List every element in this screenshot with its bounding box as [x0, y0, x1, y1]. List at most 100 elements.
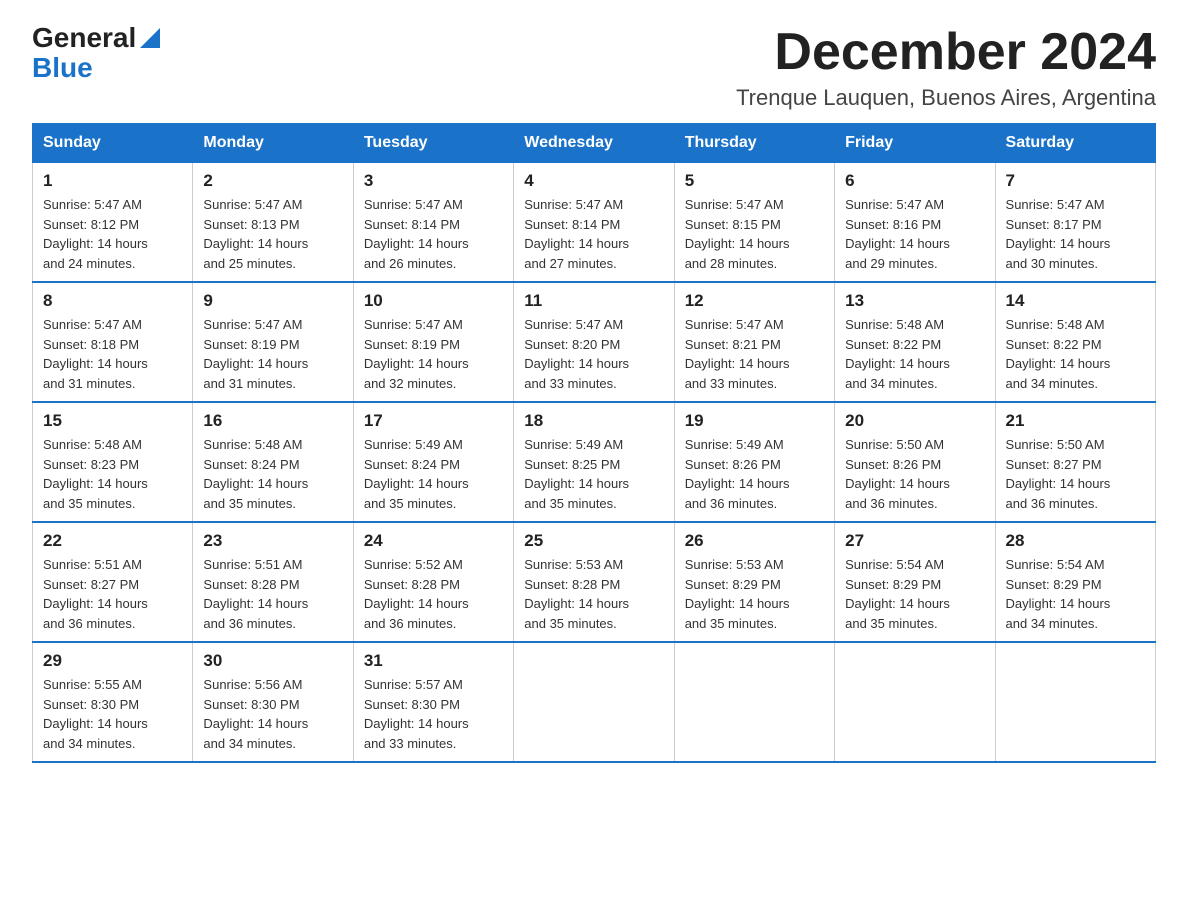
day-number: 11 [524, 291, 663, 311]
calendar-cell: 3 Sunrise: 5:47 AMSunset: 8:14 PMDaylight… [353, 163, 513, 283]
day-info: Sunrise: 5:47 AMSunset: 8:15 PMDaylight:… [685, 195, 824, 273]
day-info: Sunrise: 5:49 AMSunset: 8:24 PMDaylight:… [364, 435, 503, 513]
day-info: Sunrise: 5:47 AMSunset: 8:14 PMDaylight:… [524, 195, 663, 273]
header-row: SundayMondayTuesdayWednesdayThursdayFrid… [33, 124, 1156, 163]
day-number: 23 [203, 531, 342, 551]
calendar-cell: 7Sunrise: 5:47 AMSunset: 8:17 PMDaylight… [995, 163, 1155, 283]
week-row-4: 22Sunrise: 5:51 AMSunset: 8:27 PMDayligh… [33, 522, 1156, 642]
day-number: 25 [524, 531, 663, 551]
header-saturday: Saturday [995, 124, 1155, 163]
calendar-cell: 5 Sunrise: 5:47 AMSunset: 8:15 PMDaylight… [674, 163, 834, 283]
calendar-cell: 14Sunrise: 5:48 AMSunset: 8:22 PMDayligh… [995, 282, 1155, 402]
day-info: Sunrise: 5:48 AMSunset: 8:22 PMDaylight:… [845, 315, 984, 393]
day-number: 6 [845, 171, 984, 191]
day-number: 22 [43, 531, 182, 551]
day-info: Sunrise: 5:48 AMSunset: 8:22 PMDaylight:… [1006, 315, 1145, 393]
calendar-cell [514, 642, 674, 762]
calendar-cell: 30Sunrise: 5:56 AMSunset: 8:30 PMDayligh… [193, 642, 353, 762]
day-number: 20 [845, 411, 984, 431]
header-wednesday: Wednesday [514, 124, 674, 163]
week-row-3: 15Sunrise: 5:48 AMSunset: 8:23 PMDayligh… [33, 402, 1156, 522]
day-number: 28 [1006, 531, 1145, 551]
day-number: 21 [1006, 411, 1145, 431]
day-info: Sunrise: 5:47 AMSunset: 8:19 PMDaylight:… [364, 315, 503, 393]
calendar-cell: 29 Sunrise: 5:55 AMSunset: 8:30 PMDayligh… [33, 642, 193, 762]
day-info: Sunrise: 5:47 AMSunset: 8:12 PMDaylight:… [43, 195, 182, 273]
calendar-cell: 6Sunrise: 5:47 AMSunset: 8:16 PMDaylight… [835, 163, 995, 283]
calendar-cell: 8 Sunrise: 5:47 AMSunset: 8:18 PMDaylight… [33, 282, 193, 402]
day-number: 9 [203, 291, 342, 311]
calendar-cell: 22Sunrise: 5:51 AMSunset: 8:27 PMDayligh… [33, 522, 193, 642]
day-info: Sunrise: 5:54 AMSunset: 8:29 PMDaylight:… [1006, 555, 1145, 633]
day-number: 2 [203, 171, 342, 191]
day-number: 5 [685, 171, 824, 191]
calendar-cell: 10 Sunrise: 5:47 AMSunset: 8:19 PMDayligh… [353, 282, 513, 402]
header-monday: Monday [193, 124, 353, 163]
day-info: Sunrise: 5:56 AMSunset: 8:30 PMDaylight:… [203, 675, 342, 753]
day-number: 26 [685, 531, 824, 551]
day-info: Sunrise: 5:57 AMSunset: 8:30 PMDaylight:… [364, 675, 503, 753]
day-number: 18 [524, 411, 663, 431]
day-info: Sunrise: 5:47 AMSunset: 8:21 PMDaylight:… [685, 315, 824, 393]
logo-triangle-icon [140, 28, 160, 48]
logo-blue-text: Blue [32, 52, 93, 84]
logo-general-text: General [32, 24, 136, 52]
day-number: 8 [43, 291, 182, 311]
day-info: Sunrise: 5:53 AMSunset: 8:29 PMDaylight:… [685, 555, 824, 633]
calendar-cell: 17 Sunrise: 5:49 AMSunset: 8:24 PMDayligh… [353, 402, 513, 522]
day-number: 24 [364, 531, 503, 551]
day-info: Sunrise: 5:47 AMSunset: 8:20 PMDaylight:… [524, 315, 663, 393]
day-info: Sunrise: 5:47 AMSunset: 8:18 PMDaylight:… [43, 315, 182, 393]
day-number: 31 [364, 651, 503, 671]
calendar-cell: 23 Sunrise: 5:51 AMSunset: 8:28 PMDayligh… [193, 522, 353, 642]
day-info: Sunrise: 5:48 AMSunset: 8:24 PMDaylight:… [203, 435, 342, 513]
week-row-1: 1 Sunrise: 5:47 AMSunset: 8:12 PMDaylight… [33, 163, 1156, 283]
calendar-cell: 25Sunrise: 5:53 AMSunset: 8:28 PMDayligh… [514, 522, 674, 642]
calendar-cell [674, 642, 834, 762]
calendar-cell: 19Sunrise: 5:49 AMSunset: 8:26 PMDayligh… [674, 402, 834, 522]
calendar-cell: 15Sunrise: 5:48 AMSunset: 8:23 PMDayligh… [33, 402, 193, 522]
calendar-cell [835, 642, 995, 762]
day-info: Sunrise: 5:55 AMSunset: 8:30 PMDaylight:… [43, 675, 182, 753]
calendar-cell: 31 Sunrise: 5:57 AMSunset: 8:30 PMDayligh… [353, 642, 513, 762]
calendar-cell: 27 Sunrise: 5:54 AMSunset: 8:29 PMDayligh… [835, 522, 995, 642]
calendar-cell: 21 Sunrise: 5:50 AMSunset: 8:27 PMDayligh… [995, 402, 1155, 522]
week-row-5: 29 Sunrise: 5:55 AMSunset: 8:30 PMDayligh… [33, 642, 1156, 762]
header-friday: Friday [835, 124, 995, 163]
day-info: Sunrise: 5:47 AMSunset: 8:19 PMDaylight:… [203, 315, 342, 393]
day-info: Sunrise: 5:51 AMSunset: 8:28 PMDaylight:… [203, 555, 342, 633]
calendar-cell: 24Sunrise: 5:52 AMSunset: 8:28 PMDayligh… [353, 522, 513, 642]
calendar-cell: 20 Sunrise: 5:50 AMSunset: 8:26 PMDayligh… [835, 402, 995, 522]
day-info: Sunrise: 5:47 AMSunset: 8:17 PMDaylight:… [1006, 195, 1145, 273]
title-block: December 2024 Trenque Lauquen, Buenos Ai… [736, 24, 1156, 111]
page-header: General Blue December 2024 Trenque Lauqu… [32, 24, 1156, 111]
week-row-2: 8 Sunrise: 5:47 AMSunset: 8:18 PMDaylight… [33, 282, 1156, 402]
day-number: 10 [364, 291, 503, 311]
calendar-cell: 9 Sunrise: 5:47 AMSunset: 8:19 PMDaylight… [193, 282, 353, 402]
day-number: 3 [364, 171, 503, 191]
day-info: Sunrise: 5:54 AMSunset: 8:29 PMDaylight:… [845, 555, 984, 633]
day-number: 1 [43, 171, 182, 191]
header-thursday: Thursday [674, 124, 834, 163]
calendar-cell [995, 642, 1155, 762]
day-number: 17 [364, 411, 503, 431]
day-number: 13 [845, 291, 984, 311]
day-number: 29 [43, 651, 182, 671]
calendar-cell: 16 Sunrise: 5:48 AMSunset: 8:24 PMDayligh… [193, 402, 353, 522]
calendar-cell: 18 Sunrise: 5:49 AMSunset: 8:25 PMDayligh… [514, 402, 674, 522]
day-number: 27 [845, 531, 984, 551]
header-sunday: Sunday [33, 124, 193, 163]
calendar-cell: 1 Sunrise: 5:47 AMSunset: 8:12 PMDaylight… [33, 163, 193, 283]
day-info: Sunrise: 5:50 AMSunset: 8:26 PMDaylight:… [845, 435, 984, 513]
calendar-cell: 26 Sunrise: 5:53 AMSunset: 8:29 PMDayligh… [674, 522, 834, 642]
day-info: Sunrise: 5:48 AMSunset: 8:23 PMDaylight:… [43, 435, 182, 513]
calendar-cell: 4Sunrise: 5:47 AMSunset: 8:14 PMDaylight… [514, 163, 674, 283]
day-info: Sunrise: 5:49 AMSunset: 8:25 PMDaylight:… [524, 435, 663, 513]
day-info: Sunrise: 5:49 AMSunset: 8:26 PMDaylight:… [685, 435, 824, 513]
calendar-cell: 12Sunrise: 5:47 AMSunset: 8:21 PMDayligh… [674, 282, 834, 402]
day-info: Sunrise: 5:50 AMSunset: 8:27 PMDaylight:… [1006, 435, 1145, 513]
day-info: Sunrise: 5:47 AMSunset: 8:14 PMDaylight:… [364, 195, 503, 273]
day-number: 16 [203, 411, 342, 431]
location-title: Trenque Lauquen, Buenos Aires, Argentina [736, 85, 1156, 111]
calendar-cell: 13 Sunrise: 5:48 AMSunset: 8:22 PMDayligh… [835, 282, 995, 402]
